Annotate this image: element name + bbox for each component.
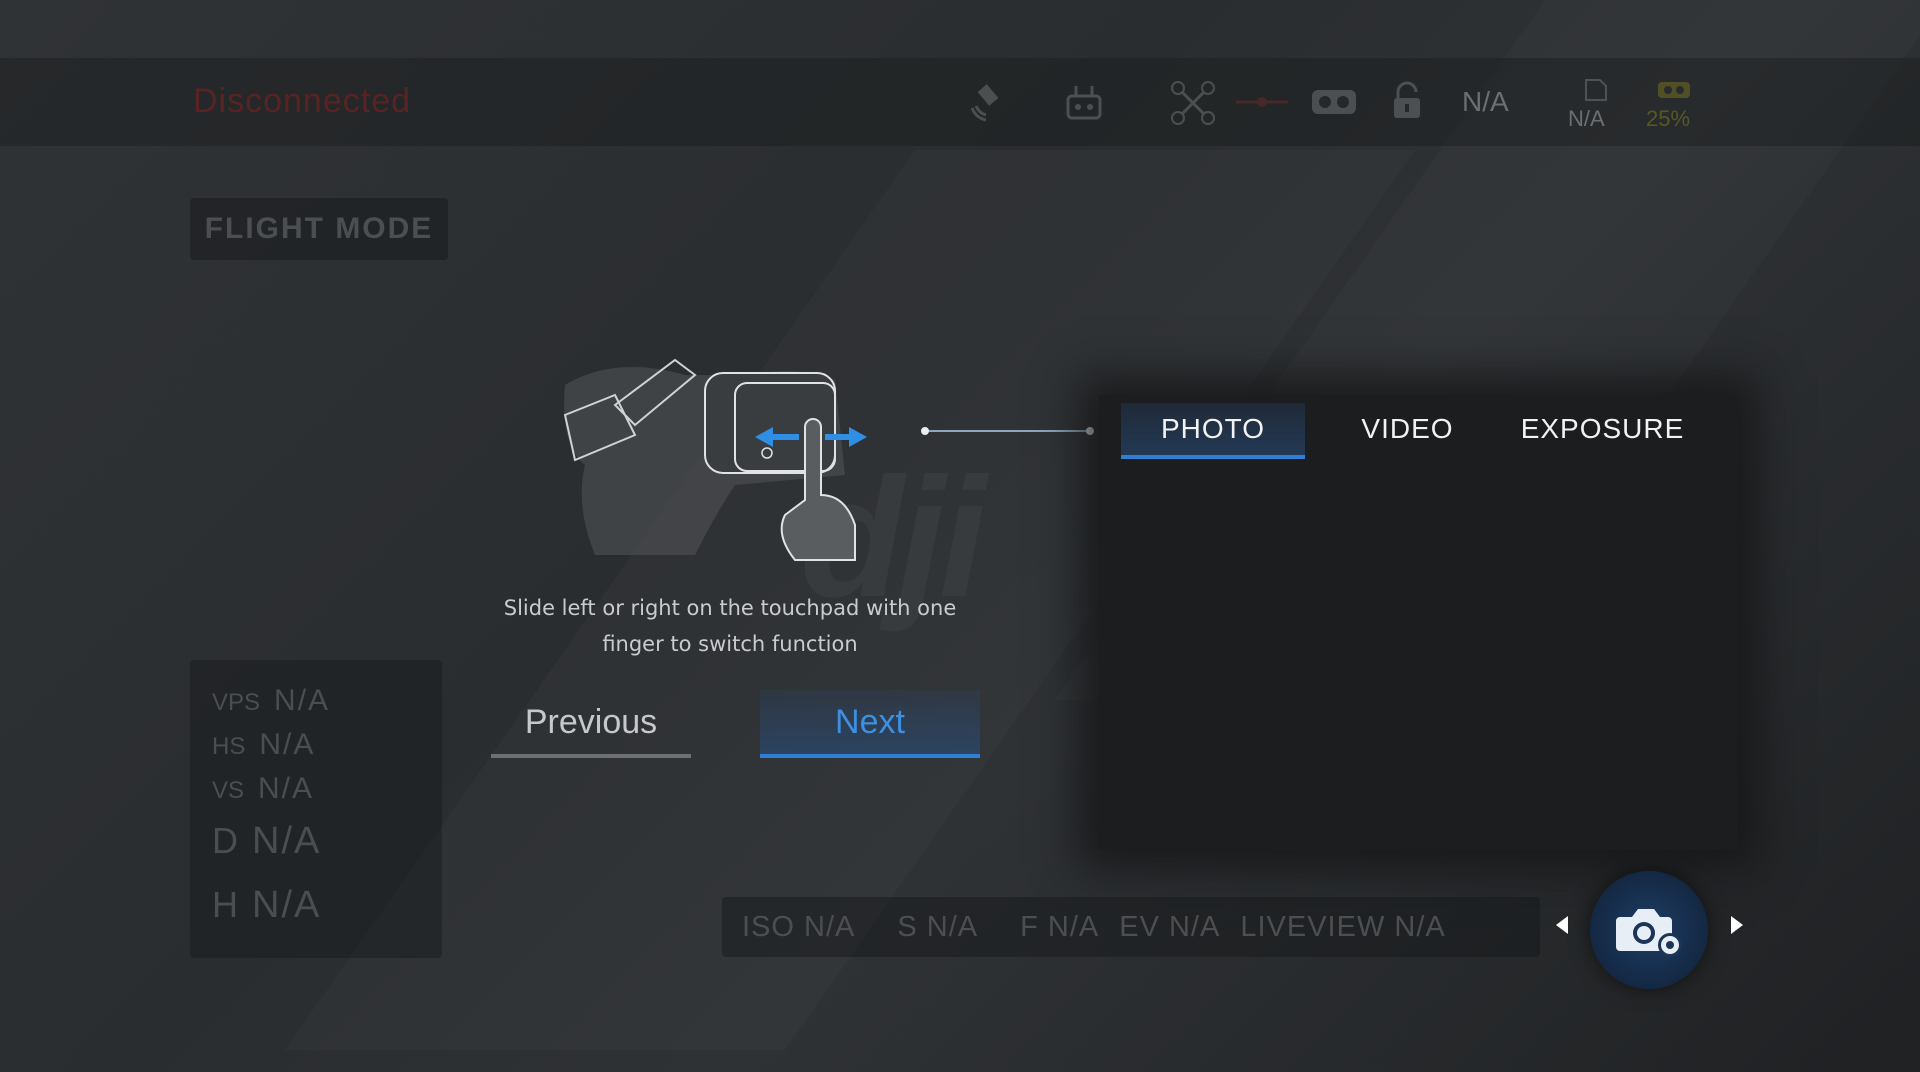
sd-card-value: N/A xyxy=(1568,106,1605,131)
telemetry-value: N/A xyxy=(258,772,315,805)
drone-icon xyxy=(1171,81,1215,125)
telemetry-row-h: H N/A xyxy=(212,884,321,927)
tab-photo[interactable]: PHOTO xyxy=(1121,403,1305,459)
telemetry-value: N/A xyxy=(252,884,322,926)
signal-value: N/A xyxy=(1462,86,1509,117)
next-button[interactable]: Next xyxy=(760,690,980,758)
camera-settings-button[interactable] xyxy=(1590,871,1708,989)
telemetry-panel: VPS N/A HS N/A VS N/A D N/A H N/A xyxy=(190,660,442,958)
liveview-value: LIVEVIEW N/A xyxy=(1240,910,1446,943)
previous-mode-arrow[interactable] xyxy=(1556,916,1568,934)
guide-instruction-line2: finger to switch function xyxy=(602,632,858,656)
telemetry-value: N/A xyxy=(274,684,331,717)
iso-value: ISO N/A xyxy=(742,910,856,943)
touchpad-guide-illustration xyxy=(563,358,867,561)
lock-icon xyxy=(1394,81,1420,118)
guide-instruction-line1: Slide left or right on the touchpad with… xyxy=(503,596,957,620)
shutter-value: S N/A xyxy=(897,910,979,943)
sd-card-icon xyxy=(1585,79,1607,101)
telemetry-key: VPS xyxy=(212,689,261,716)
telemetry-row-vs: VS N/A xyxy=(212,772,314,806)
goggles-battery-icon xyxy=(1658,82,1690,98)
telemetry-value: N/A xyxy=(252,820,322,862)
signal-icon xyxy=(1236,97,1288,107)
satellite-icon xyxy=(970,84,999,122)
telemetry-value: N/A xyxy=(259,728,316,761)
telemetry-row-hs: HS N/A xyxy=(212,728,315,762)
tab-exposure[interactable]: EXPOSURE xyxy=(1505,403,1700,455)
guide-instruction: Slide left or right on the touchpad with… xyxy=(470,590,990,662)
function-menu-panel xyxy=(1098,395,1738,850)
goggles-icon xyxy=(1312,90,1356,114)
telemetry-row-d: D N/A xyxy=(212,820,321,863)
aperture-value: F N/A xyxy=(1020,910,1100,943)
telemetry-row-vps: VPS N/A xyxy=(212,684,330,718)
connection-status: Disconnected xyxy=(193,82,412,120)
previous-button[interactable]: Previous xyxy=(491,690,691,758)
remote-controller-icon xyxy=(1066,86,1102,120)
goggles-battery-value: 25% xyxy=(1646,106,1691,131)
camera-settings-icon xyxy=(1616,909,1682,957)
tab-video[interactable]: VIDEO xyxy=(1320,403,1495,455)
telemetry-key: HS xyxy=(212,733,246,760)
telemetry-key: VS xyxy=(212,777,245,804)
telemetry-key: D xyxy=(212,820,238,861)
camera-parameters-bar: ISO N/A S N/A F N/A EV N/A LIVEVIEW N/A xyxy=(722,897,1540,957)
next-mode-arrow[interactable] xyxy=(1731,916,1743,934)
ev-value: EV N/A xyxy=(1119,910,1221,943)
tab-connector-line xyxy=(921,427,1094,435)
telemetry-key: H xyxy=(212,884,238,925)
flight-mode-indicator: FLIGHT MODE xyxy=(190,198,448,260)
